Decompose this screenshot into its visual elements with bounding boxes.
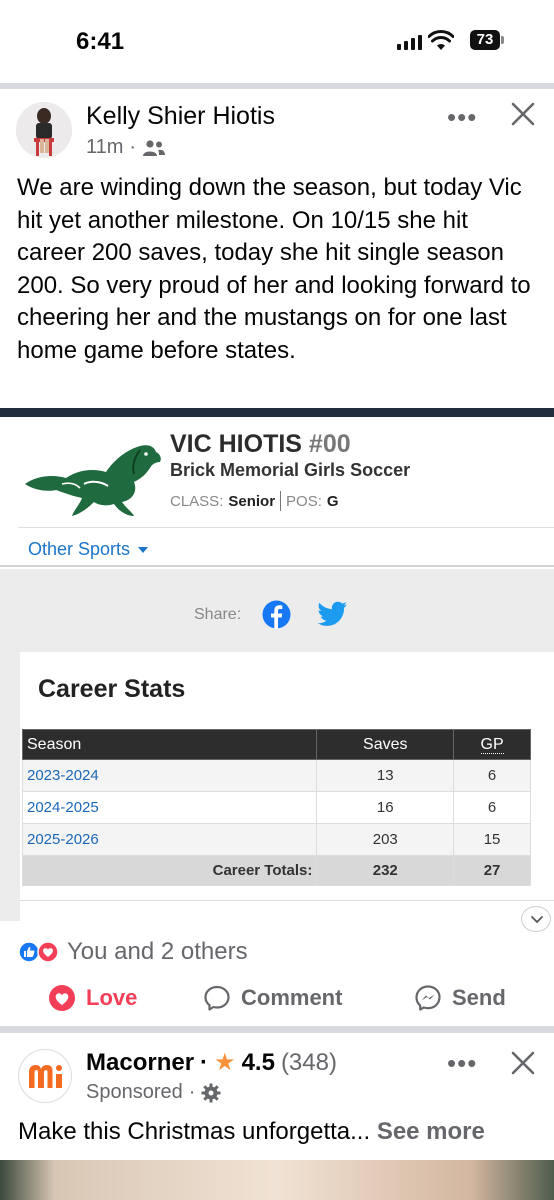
totals-label: Career Totals: <box>21 855 318 886</box>
battery-icon: 73 <box>470 30 500 50</box>
expand-button[interactable] <box>521 906 551 932</box>
ad-more-options-button[interactable]: ••• <box>447 1048 477 1079</box>
facebook-share-icon[interactable] <box>262 600 291 629</box>
season-link[interactable]: 2025-2026 <box>21 823 318 856</box>
friends-audience-icon[interactable] <box>142 139 166 157</box>
love-label: Love <box>86 985 138 1010</box>
twitter-share-icon[interactable] <box>318 601 348 627</box>
reaction-summary-text: You and 2 others <box>67 938 248 965</box>
post-more-options-button[interactable]: ••• <box>447 102 477 133</box>
saves-cell: 13 <box>316 759 455 792</box>
ad-sponsored: Sponsored · <box>86 1081 221 1104</box>
table-header-row: Season Saves GP <box>21 729 531 760</box>
chevron-down-icon <box>531 916 543 924</box>
card-rule <box>18 527 554 528</box>
career-stats-table: Season Saves GP 2023-2024 13 6 2024-2025… <box>21 729 531 886</box>
saves-cell: 16 <box>316 791 455 824</box>
advertiser-name[interactable]: Macorner <box>86 1049 194 1077</box>
pos-value: G <box>326 492 339 510</box>
header-saves[interactable]: Saves <box>316 729 455 760</box>
love-icon <box>49 985 75 1011</box>
close-icon[interactable] <box>510 1050 536 1076</box>
saves-cell: 203 <box>316 823 455 856</box>
other-sports-label: Other Sports <box>28 539 131 559</box>
battery-cap <box>501 36 504 44</box>
athlete-class-pos: CLASS: Senior POS: G <box>170 491 339 511</box>
comment-label: Comment <box>241 985 343 1010</box>
athlete-number: #00 <box>308 430 351 458</box>
totals-gp: 27 <box>453 855 531 886</box>
next-card-edge <box>20 900 554 922</box>
messenger-icon <box>415 985 441 1011</box>
career-stats-title: Career Stats <box>38 675 186 703</box>
class-label: CLASS: <box>170 492 224 510</box>
embedded-header-bar <box>0 408 554 417</box>
close-icon[interactable] <box>510 101 536 127</box>
wifi-icon <box>428 30 454 50</box>
sponsored-label[interactable]: Sponsored <box>86 1081 183 1104</box>
other-sports-dropdown[interactable]: Other Sports <box>28 539 149 560</box>
feed-divider <box>0 1026 554 1033</box>
send-label: Send <box>452 985 506 1010</box>
class-separator <box>280 491 282 511</box>
mustang-logo <box>25 445 161 516</box>
author-name[interactable]: Kelly Shier Hiotis <box>86 102 275 131</box>
caret-down-icon <box>138 547 149 554</box>
ad-meta-separator: · <box>188 1081 196 1103</box>
gp-cell: 6 <box>453 759 531 792</box>
totals-row: Career Totals: 232 27 <box>21 855 531 886</box>
pos-label: POS: <box>286 492 322 510</box>
comment-button[interactable]: Comment <box>203 984 342 1012</box>
gp-cell: 6 <box>453 791 531 824</box>
reaction-summary[interactable]: You and 2 others <box>18 938 248 966</box>
status-bar: 6:41 73 <box>0 0 554 82</box>
ad-rating-count: (348) <box>280 1048 337 1076</box>
season-link[interactable]: 2023-2024 <box>21 759 318 792</box>
ad-image[interactable] <box>0 1160 554 1200</box>
status-time: 6:41 <box>76 28 125 55</box>
see-more-link[interactable]: See more <box>377 1118 485 1145</box>
advertiser-header: Macorner · ★ 4.5 (348) <box>86 1048 337 1077</box>
feed-divider <box>0 83 554 89</box>
post-time[interactable]: 11m <box>86 136 123 159</box>
advertiser-logo[interactable] <box>18 1049 72 1103</box>
reaction-icons <box>18 941 59 963</box>
ad-separator: · <box>200 1048 209 1076</box>
totals-saves: 232 <box>316 855 455 886</box>
class-value: Senior <box>228 492 276 510</box>
gear-icon[interactable] <box>201 1083 221 1103</box>
love-reaction-icon <box>37 941 59 963</box>
ad-text: Make this Christmas unforgetta... See mo… <box>18 1118 485 1146</box>
comment-icon <box>204 985 230 1011</box>
post-meta: 11m · <box>86 136 166 159</box>
meta-separator: · <box>129 136 137 158</box>
table-row: 2025-2026 203 15 <box>21 823 531 856</box>
love-button[interactable]: Love <box>48 984 137 1012</box>
table-row: 2023-2024 13 6 <box>21 759 531 792</box>
author-avatar[interactable] <box>16 102 72 158</box>
post-text: We are winding down the season, but toda… <box>17 174 531 364</box>
ad-body-text: Make this Christmas unforgetta... <box>18 1118 371 1145</box>
table-row: 2024-2025 16 6 <box>21 791 531 824</box>
athlete-name: VIC HIOTIS #00 <box>170 430 351 459</box>
gp-cell: 15 <box>453 823 531 856</box>
ad-rating: 4.5 <box>241 1048 275 1076</box>
athlete-team: Brick Memorial Girls Soccer <box>170 460 411 480</box>
share-label: Share: <box>194 606 242 623</box>
header-season[interactable]: Season <box>21 729 318 760</box>
send-button[interactable]: Send <box>414 984 506 1012</box>
star-icon: ★ <box>214 1049 236 1076</box>
athlete-name-text: VIC HIOTIS <box>170 430 302 458</box>
header-gp-label: GP <box>480 735 504 754</box>
season-link[interactable]: 2024-2025 <box>21 791 318 824</box>
header-gp[interactable]: GP <box>453 729 531 760</box>
cellular-signal-icon <box>397 34 422 50</box>
